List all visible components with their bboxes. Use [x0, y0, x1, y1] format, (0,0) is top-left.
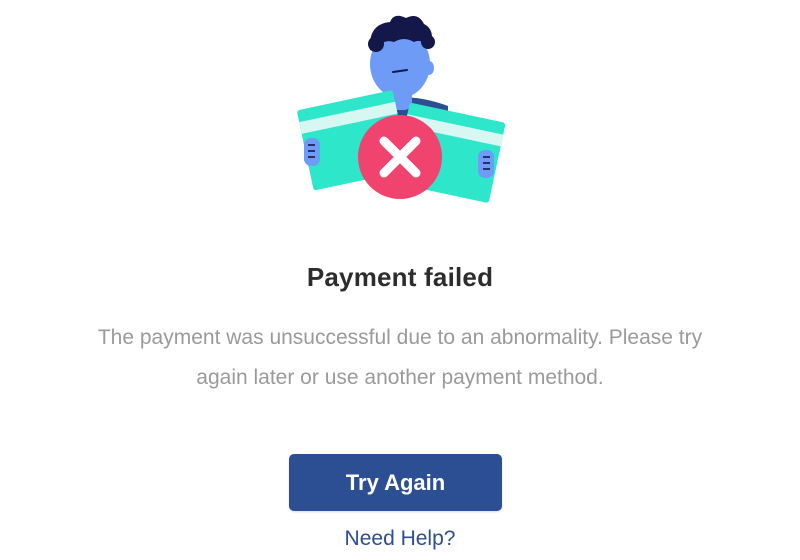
payment-failed-screen: Payment failed The payment was unsuccess…	[0, 0, 800, 560]
try-again-button[interactable]: Try Again	[289, 454, 502, 511]
error-message: The payment was unsuccessful due to an a…	[50, 318, 750, 398]
error-message-line-1: The payment was unsuccessful due to an a…	[97, 326, 703, 349]
payment-failed-illustration	[290, 8, 510, 220]
close-icon	[358, 115, 442, 199]
page-title: Payment failed	[306, 262, 494, 292]
need-help-link[interactable]: Need Help?	[345, 527, 456, 550]
error-message-line-2: again later or use another payment metho…	[196, 366, 604, 389]
help-link-row: Need Help?	[0, 527, 800, 551]
